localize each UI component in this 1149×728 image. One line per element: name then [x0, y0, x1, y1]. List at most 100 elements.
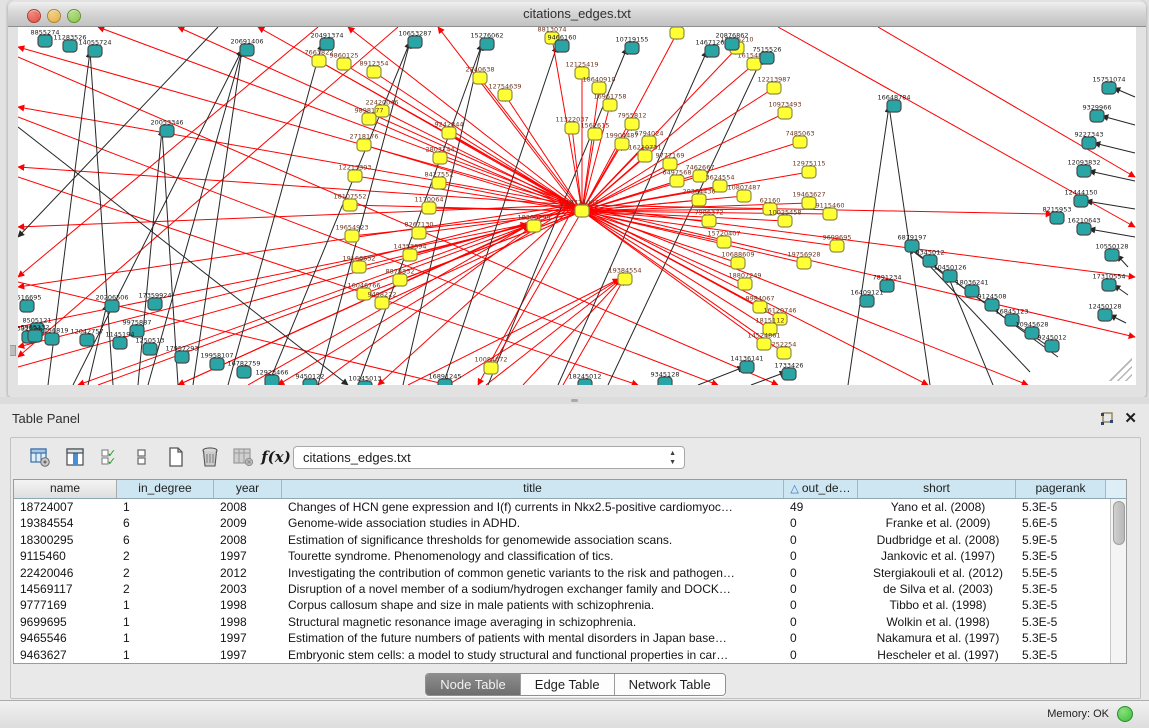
graph-node[interactable]: 17359924 [138, 292, 171, 311]
new-table-button[interactable] [163, 444, 189, 470]
graph-node[interactable]: 16648784 [877, 94, 910, 113]
graph-node[interactable]: 17957293 [165, 345, 198, 364]
column-header-out_de[interactable]: △out_de… [784, 480, 858, 498]
column-header-pagerank[interactable]: pagerank [1016, 480, 1106, 498]
table-row[interactable]: 1830029562008Estimation of significance … [14, 532, 1111, 548]
column-header-name[interactable]: name [14, 480, 117, 498]
delete-table-button[interactable] [197, 444, 223, 470]
table-vertical-scrollbar[interactable] [1110, 499, 1126, 663]
graph-node[interactable]: 16409121 [850, 289, 883, 308]
function-builder-button[interactable]: f(x) [263, 444, 289, 470]
graph-node[interactable]: 17310554 [1092, 273, 1125, 292]
graph-node[interactable]: 18107552 [333, 193, 366, 212]
graph-node[interactable]: 9245012 [1038, 334, 1067, 353]
graph-edge [575, 205, 1028, 385]
table-row[interactable]: 969969511998Structural magnetic resonanc… [14, 614, 1111, 630]
close-panel-icon[interactable]: ✕ [1124, 409, 1137, 427]
tab-node-table[interactable]: Node Table [426, 674, 521, 695]
network-canvas[interactable]: 7663822986012589123542242004698981772718… [18, 27, 1136, 385]
table-row[interactable]: 2242004622012Investigating the contribut… [14, 565, 1111, 581]
graph-node[interactable]: 18807249 [728, 272, 761, 291]
graph-node[interactable]: 9146821 [663, 27, 692, 39]
table-source-select[interactable]: citations_edges.txt ▲▼ [293, 446, 685, 469]
memory-status-icon[interactable] [1117, 706, 1133, 722]
graph-node[interactable]: 14671265 [695, 39, 728, 58]
graph-node[interactable]: 12213393 [338, 164, 371, 183]
graph-node[interactable]: 15276062 [470, 32, 503, 51]
graph-node[interactable]: 16891245 [428, 373, 461, 386]
cell-short: Dudbridge et al. (2008) [858, 532, 1016, 548]
graph-node[interactable]: 18640910 [582, 76, 615, 95]
table-row[interactable]: 1456911722003Disruption of a novel membe… [14, 581, 1111, 597]
graph-node[interactable]: 20206506 [95, 294, 128, 313]
graph-node[interactable]: 10653287 [398, 30, 431, 49]
graph-node[interactable]: 12975115 [792, 160, 825, 179]
table-row[interactable]: 946362711997Embryonic stem cells: a mode… [14, 647, 1111, 663]
graph-node[interactable]: 1250513 [136, 337, 165, 356]
graph-node[interactable]: 10688609 [721, 251, 754, 270]
graph-node[interactable]: 2240638 [466, 66, 495, 85]
graph-node[interactable]: 10025458 [768, 209, 801, 228]
graph-node-label: 9329966 [1083, 104, 1112, 112]
graph-node[interactable]: 12093832 [1067, 159, 1100, 178]
graph-edge [148, 50, 242, 385]
minimize-window-button[interactable] [47, 9, 61, 23]
graph-node-label: 18036241 [955, 279, 988, 287]
graph-node[interactable]: 252254 [772, 341, 797, 360]
graph-node[interactable]: 10245013 [348, 375, 381, 386]
window-titlebar[interactable]: citations_edges.txt [8, 2, 1146, 27]
close-window-button[interactable] [27, 9, 41, 23]
show-columns-button[interactable] [62, 444, 88, 470]
graph-node[interactable]: 9115460 [816, 202, 845, 221]
graph-node[interactable]: 10550128 [1095, 243, 1128, 262]
graph-node[interactable]: 20364436 [682, 188, 715, 207]
table-row[interactable]: 1938455462009Genome-wide association stu… [14, 515, 1111, 531]
graph-node[interactable]: 10807487 [727, 184, 760, 203]
graph-node-label: 20364436 [682, 188, 715, 196]
graph-node[interactable]: 2516695 [18, 294, 41, 313]
graph-node[interactable]: 19756928 [787, 251, 820, 270]
column-header-title[interactable]: title [282, 480, 784, 498]
zoom-window-button[interactable] [67, 9, 81, 23]
graph-node[interactable]: 16961758 [593, 93, 626, 112]
graph-node[interactable]: 10084672 [474, 356, 507, 375]
graph-node[interactable]: 14055724 [78, 39, 111, 58]
table-row[interactable]: 911546021997Tourette syndrome. Phenomeno… [14, 548, 1111, 564]
graph-node[interactable]: 12213987 [757, 76, 790, 95]
graph-node[interactable]: 15720407 [707, 230, 740, 249]
graph-node[interactable]: 9345128 [651, 371, 680, 386]
scrollbar-thumb[interactable] [1113, 501, 1125, 545]
select-all-columns-button[interactable]: ✓ ✓ [97, 444, 123, 470]
tab-edge-table[interactable]: Edge Table [521, 674, 615, 695]
graph-node[interactable]: 9329966 [1083, 104, 1112, 123]
table-row[interactable]: 946554611997Estimation of the future num… [14, 630, 1111, 646]
graph-node[interactable]: 9498222 [368, 291, 397, 310]
table-settings-button[interactable] [27, 444, 53, 470]
graph-node[interactable]: 9699695 [823, 234, 852, 253]
panel-divider[interactable] [0, 397, 1149, 404]
table-row[interactable]: 1872400712008Changes of HCN gene express… [14, 499, 1111, 515]
unselect-all-columns-button[interactable] [129, 444, 155, 470]
column-header-year[interactable]: year [214, 480, 282, 498]
graph-node[interactable]: 12923466 [255, 369, 288, 386]
graph-node[interactable]: 9227343 [1075, 131, 1104, 150]
graph-node[interactable]: 20491374 [310, 32, 343, 51]
graph-node[interactable]: 8912354 [360, 60, 389, 79]
graph-node[interactable]: 9860125 [330, 52, 359, 71]
graph-node[interactable]: 7955812 [618, 112, 647, 131]
graph-node[interactable]: 10719155 [615, 36, 648, 55]
float-panel-icon[interactable] [1099, 411, 1115, 427]
graph-node[interactable]: 20053346 [150, 119, 183, 138]
column-header-in_degree[interactable]: in_degree [117, 480, 214, 498]
tab-network-table[interactable]: Network Table [615, 674, 725, 695]
graph-node[interactable]: 1733426 [775, 362, 804, 381]
left-splitter-handle[interactable] [10, 345, 16, 356]
table-row[interactable]: 977716911998Corpus callosum shape and si… [14, 597, 1111, 613]
graph-node[interactable]: 16210643 [1067, 217, 1100, 236]
graph-node[interactable]: 12444150 [1064, 189, 1097, 208]
graph-node[interactable]: 10973493 [768, 101, 801, 120]
graph-node[interactable]: 18245012 [568, 373, 601, 386]
graph-node[interactable]: 2803144 [426, 146, 455, 165]
column-header-short[interactable]: short [858, 480, 1016, 498]
graph-node[interactable]: 12042757 [70, 328, 103, 347]
